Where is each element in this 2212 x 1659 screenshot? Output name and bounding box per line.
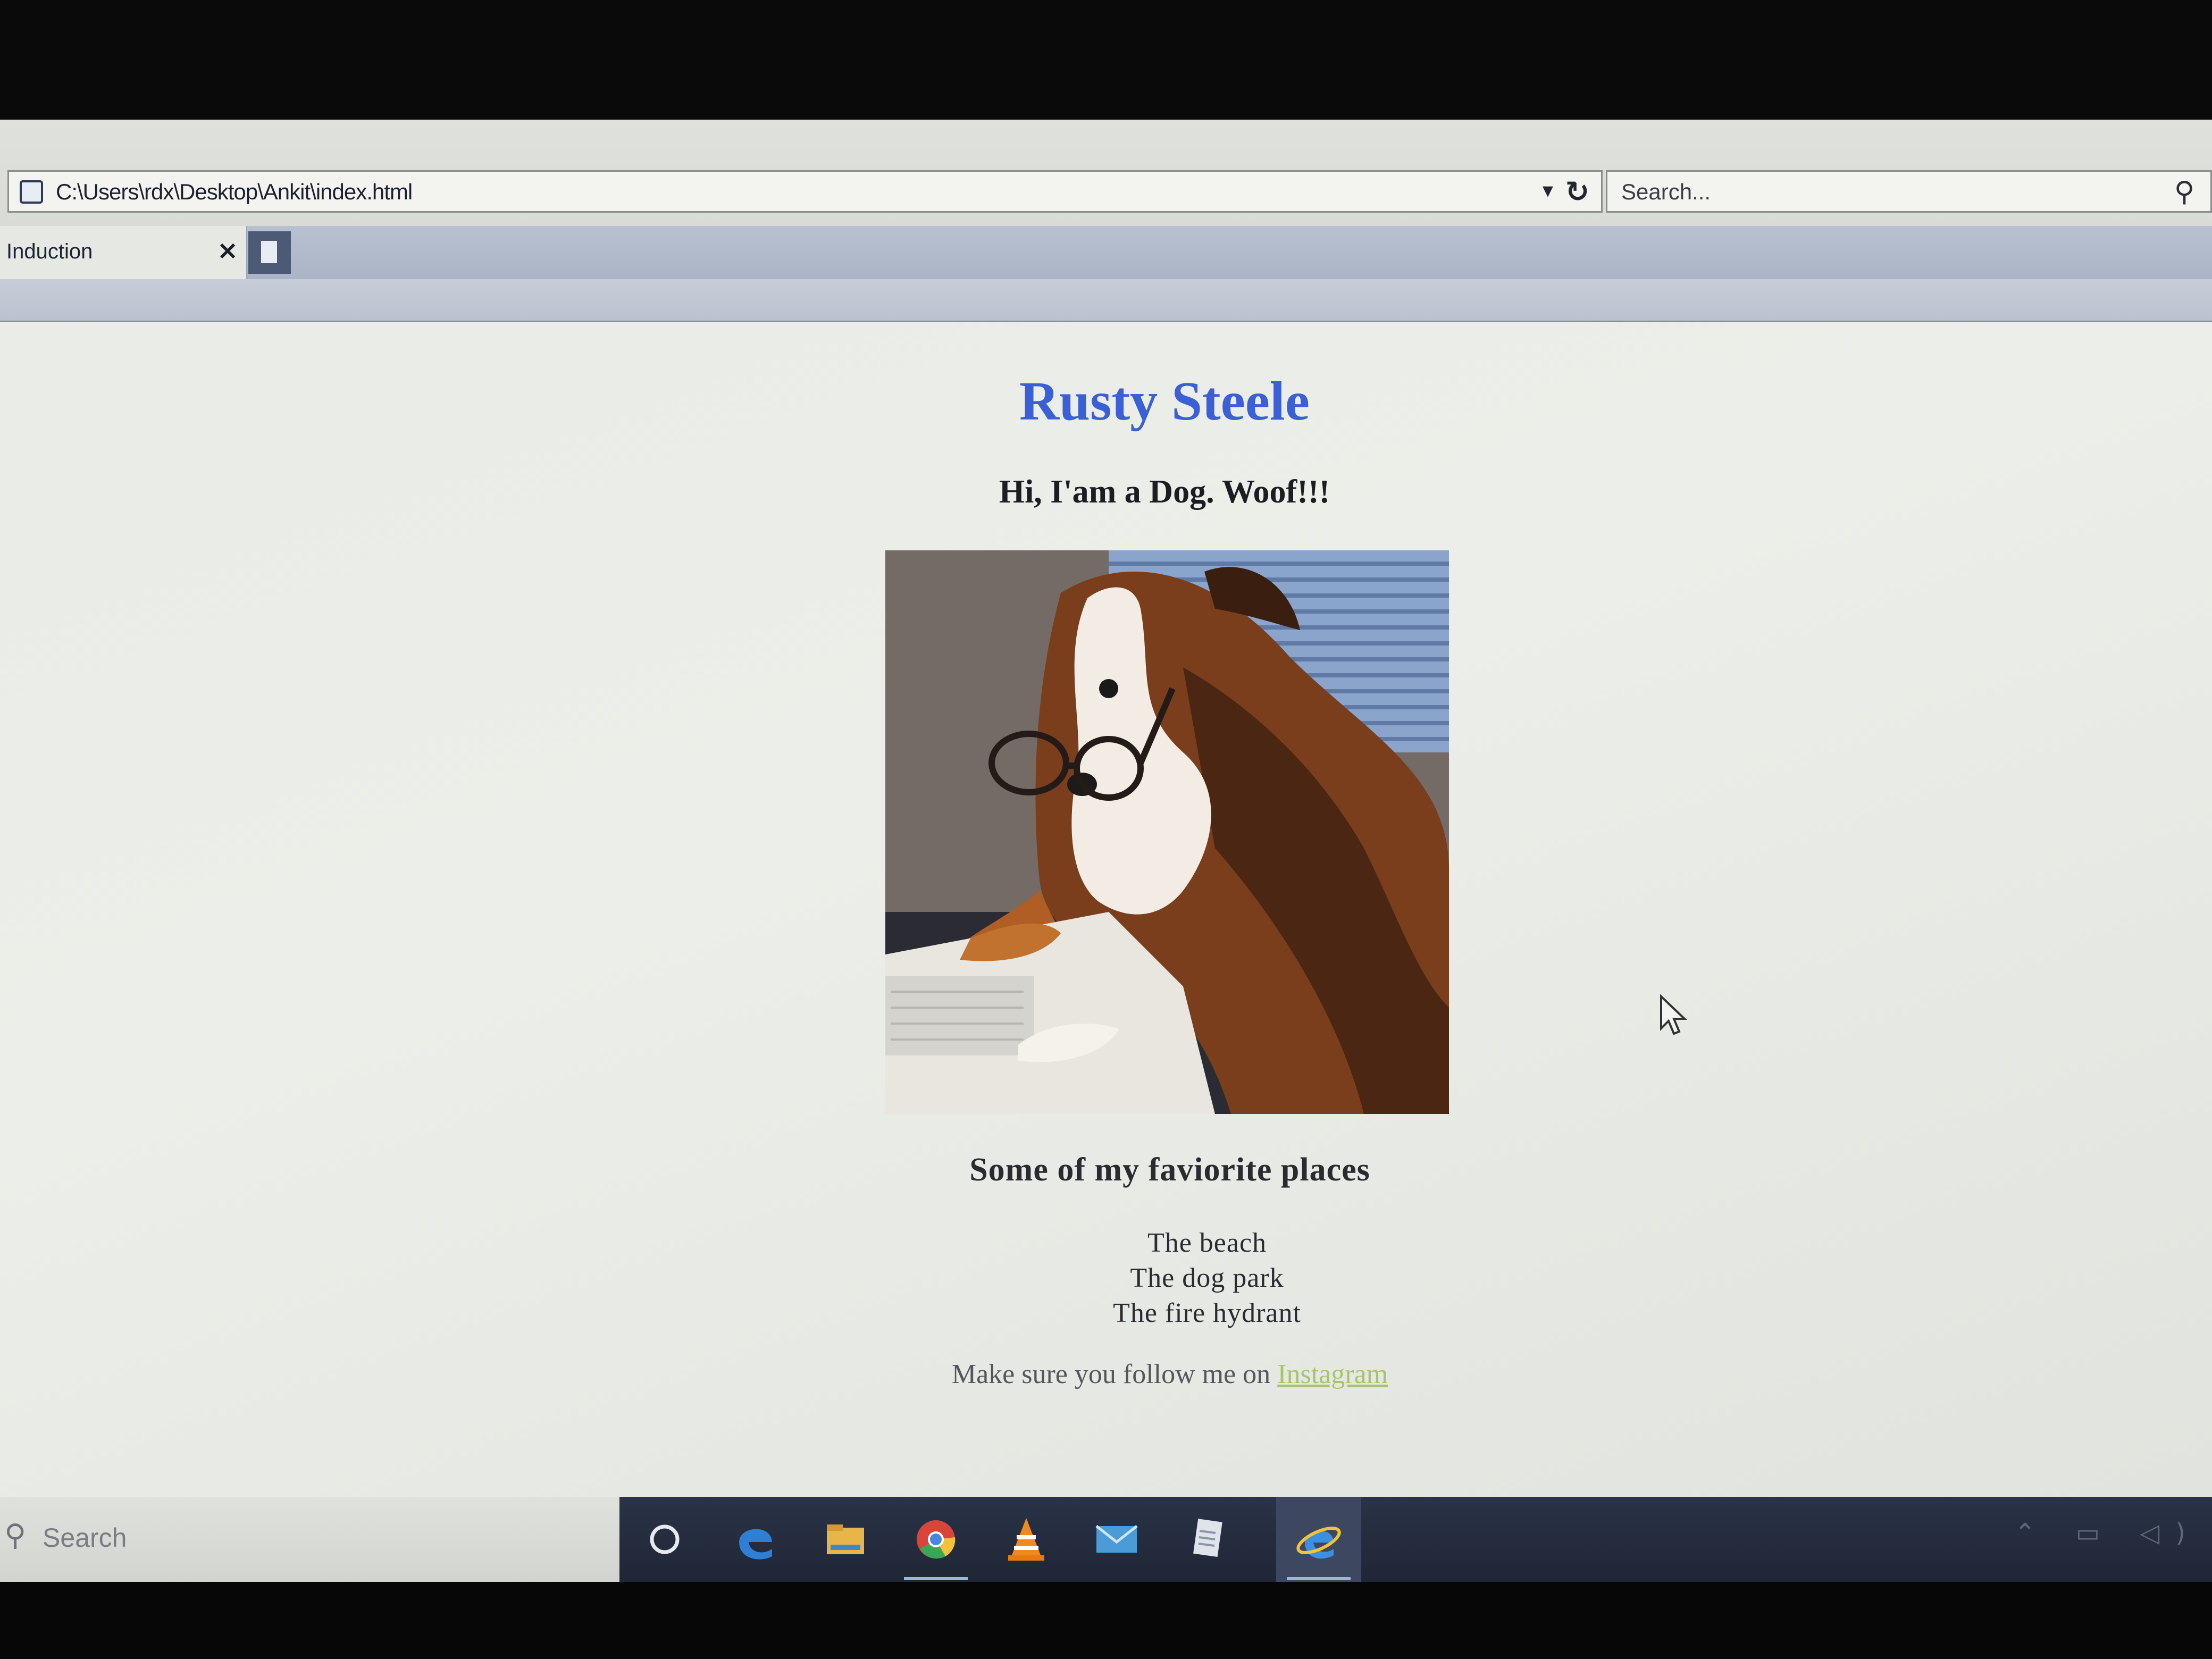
follow-text: Make sure you follow me on [951, 1359, 1278, 1389]
search-input[interactable]: Search... ⚲ [1606, 170, 2212, 213]
new-tab-button[interactable] [248, 231, 291, 274]
list-item: The dog park [1130, 1263, 1284, 1293]
list-item: The beach [1147, 1228, 1267, 1258]
chrome-icon[interactable] [893, 1497, 978, 1582]
taskbar-search[interactable]: ⚲ Search [0, 1497, 619, 1582]
edge-icon[interactable] [713, 1497, 798, 1582]
page-content: Rusty Steele Hi, I'am a Dog. Woof!!! Som… [0, 322, 2212, 1561]
tab-strip: Induction × [0, 226, 2212, 279]
internet-explorer-icon[interactable] [1276, 1497, 1361, 1582]
instagram-link[interactable]: Instagram [1277, 1359, 1388, 1389]
refresh-icon[interactable]: ↻ [1565, 175, 1589, 208]
file-explorer-icon[interactable] [803, 1497, 888, 1582]
search-icon[interactable]: ⚲ [2174, 176, 2194, 208]
mail-icon[interactable] [1074, 1497, 1159, 1582]
favorites-heading: Some of my faviorite places [969, 1152, 1370, 1188]
notepad-icon[interactable] [1164, 1497, 1250, 1582]
favorites-list: The beach The dog park The fire hydrant [994, 1226, 1420, 1331]
page-subtitle: Hi, I'am a Dog. Woof!!! [999, 474, 1330, 510]
search-placeholder: Search... [1621, 179, 1711, 204]
page-title: Rusty Steele [1019, 371, 1310, 432]
toolbar [0, 279, 2212, 322]
new-tab-icon [261, 241, 277, 263]
dog-photo [885, 550, 1449, 1114]
address-bar[interactable]: C:\Users\rdx\Desktop\Ankit\index.html ▾ … [7, 170, 1603, 213]
tab-label: Induction [6, 240, 93, 263]
taskbar-search-label: Search [43, 1523, 127, 1553]
follow-line: Make sure you follow me on Instagram [798, 1359, 1542, 1390]
list-item: The fire hydrant [1113, 1298, 1301, 1328]
task-view-icon[interactable] [622, 1497, 707, 1582]
mouse-cursor-icon [1660, 994, 1687, 1035]
browser-chrome: C:\Users\rdx\Desktop\Ankit\index.html ▾ … [0, 120, 2212, 322]
screen: C:\Users\rdx\Desktop\Ankit\index.html ▾ … [0, 120, 2212, 1582]
chevron-down-icon[interactable]: ▾ [1543, 178, 1553, 203]
address-text[interactable]: C:\Users\rdx\Desktop\Ankit\index.html [56, 179, 413, 205]
tab-induction[interactable]: Induction × [0, 226, 247, 279]
taskbar: ⚲ Search ⌃ ▭ ◁) [0, 1497, 2212, 1582]
search-icon: ⚲ [4, 1518, 27, 1553]
close-icon[interactable]: × [217, 236, 238, 265]
system-tray[interactable]: ⌃ ▭ ◁) [2014, 1518, 2201, 1548]
monitor-bezel-top [0, 0, 2212, 120]
vlc-icon[interactable] [984, 1497, 1069, 1582]
page-icon [20, 180, 43, 204]
monitor-bezel-bottom [0, 1582, 2212, 1659]
